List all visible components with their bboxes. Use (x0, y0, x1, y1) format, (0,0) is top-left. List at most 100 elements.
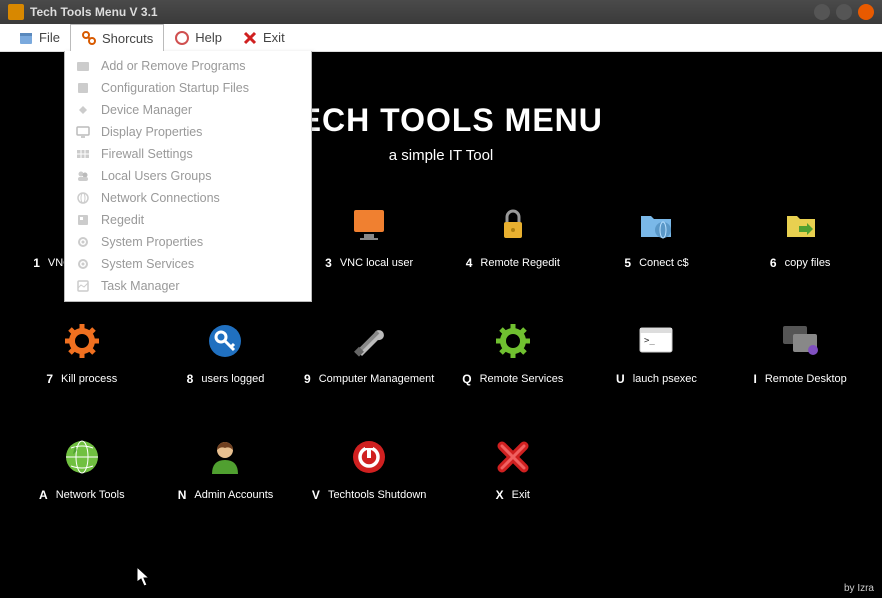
window-title: Tech Tools Menu V 3.1 (30, 5, 158, 19)
user-icon (204, 436, 246, 478)
dropdown-item-config-startup[interactable]: Configuration Startup Files (65, 77, 311, 99)
tile-label: lauch psexec (633, 373, 697, 385)
tile-label: Remote Desktop (765, 373, 847, 385)
dropdown-label: Add or Remove Programs (101, 59, 246, 73)
tile-key: V (312, 488, 320, 502)
tile-label: Remote Services (480, 373, 564, 385)
tile-network-tools[interactable]: ANetwork Tools (10, 436, 154, 502)
dropdown-item-local-users[interactable]: Local Users Groups (65, 165, 311, 187)
dropdown-label: Network Connections (101, 191, 220, 205)
tile-label: Computer Management (319, 373, 435, 385)
tile-remote-desktop[interactable]: I Remote Desktop (728, 320, 872, 386)
gear-green-icon (492, 320, 534, 362)
programs-icon (75, 58, 91, 74)
dropdown-label: Device Manager (101, 103, 192, 117)
app-icon (8, 4, 24, 20)
tile-key: 5 (624, 256, 631, 270)
dropdown-item-add-remove[interactable]: Add or Remove Programs (65, 55, 311, 77)
tile-key: 6 (770, 256, 777, 270)
menu-shortcuts[interactable]: Shorcuts (70, 24, 164, 51)
tile-key: 7 (46, 372, 53, 386)
gear-orange-icon (61, 320, 103, 362)
tools-icon (348, 320, 390, 362)
menu-shortcuts-label: Shorcuts (102, 31, 153, 46)
lock-icon (492, 204, 534, 246)
tile-key: 1 (33, 256, 40, 270)
tile-label: Conect c$ (639, 257, 689, 269)
dropdown-label: System Services (101, 257, 194, 271)
exit-x-icon (242, 30, 258, 46)
tile-label: Exit (512, 489, 530, 501)
dropdown-label: Configuration Startup Files (101, 81, 249, 95)
gear-icon (75, 234, 91, 250)
maximize-button[interactable] (836, 4, 852, 20)
tile-remote-services[interactable]: Q Remote Services (441, 320, 585, 386)
menu-help-label: Help (195, 30, 222, 45)
menu-exit-label: Exit (263, 30, 285, 45)
tile-key: Q (462, 372, 471, 386)
dropdown-item-regedit[interactable]: Regedit (65, 209, 311, 231)
tile-label: copy files (785, 257, 831, 269)
svg-text:>_: >_ (644, 336, 655, 346)
firewall-icon (75, 146, 91, 162)
dropdown-label: System Properties (101, 235, 203, 249)
regedit-icon (75, 212, 91, 228)
terminal-icon: >_ (635, 320, 677, 362)
tile-vnc-local[interactable]: 3 VNC local user (297, 204, 441, 270)
tile-key: U (616, 372, 625, 386)
tile-key: 3 (325, 256, 332, 270)
tile-key: A (39, 488, 48, 502)
network-icon (75, 190, 91, 206)
menu-help[interactable]: Help (164, 24, 232, 51)
tile-key: 9 (304, 372, 311, 386)
tile-label: Techtools Shutdown (328, 489, 426, 501)
device-icon (75, 102, 91, 118)
users-icon (75, 168, 91, 184)
titlebar: Tech Tools Menu V 3.1 (0, 0, 882, 24)
tile-label: Admin Accounts (194, 489, 273, 501)
dropdown-item-display[interactable]: Display Properties (65, 121, 311, 143)
dropdown-item-network[interactable]: Network Connections (65, 187, 311, 209)
tile-psexec[interactable]: >_ Ulauch psexec (585, 320, 729, 386)
key-blue-icon (204, 320, 246, 362)
tile-connect-c[interactable]: 5 Conect c$ (585, 204, 729, 270)
tile-computer-mgmt[interactable]: 9 Computer Management (297, 320, 441, 386)
config-icon (75, 80, 91, 96)
link-icon (81, 30, 97, 46)
tile-label: Kill process (61, 373, 117, 385)
mouse-cursor (136, 566, 152, 588)
tile-shutdown[interactable]: V Techtools Shutdown (297, 436, 441, 502)
dropdown-label: Display Properties (101, 125, 202, 139)
tile-admin-accounts[interactable]: NAdmin Accounts (154, 436, 298, 502)
tile-label: VNC local user (340, 257, 413, 269)
dropdown-item-system-props[interactable]: System Properties (65, 231, 311, 253)
menubar: File Shorcuts Help Exit (0, 24, 882, 52)
dropdown-item-firewall[interactable]: Firewall Settings (65, 143, 311, 165)
minimize-button[interactable] (814, 4, 830, 20)
menu-file-label: File (39, 30, 60, 45)
services-icon (75, 256, 91, 272)
globe-green-icon (61, 436, 103, 478)
tile-label: users logged (201, 373, 264, 385)
tile-key: X (496, 488, 504, 502)
dropdown-item-services[interactable]: System Services (65, 253, 311, 275)
dropdown-label: Regedit (101, 213, 144, 227)
tile-exit[interactable]: X Exit (441, 436, 585, 502)
display-icon (75, 124, 91, 140)
menu-file[interactable]: File (8, 24, 70, 51)
tile-kill-process[interactable]: 7 Kill process (10, 320, 154, 386)
footer-credit: by Izra (844, 583, 874, 594)
tile-users-logged[interactable]: 8users logged (154, 320, 298, 386)
monitor-orange-icon (348, 204, 390, 246)
menu-exit[interactable]: Exit (232, 24, 295, 51)
tile-remote-regedit[interactable]: 4Remote Regedit (441, 204, 585, 270)
tile-copy-files[interactable]: 6 copy files (728, 204, 872, 270)
tile-key: I (754, 372, 757, 386)
close-button[interactable] (858, 4, 874, 20)
dropdown-label: Firewall Settings (101, 147, 193, 161)
dropdown-label: Task Manager (101, 279, 180, 293)
dropdown-item-device-manager[interactable]: Device Manager (65, 99, 311, 121)
tile-key: 4 (466, 256, 473, 270)
dropdown-item-task-manager[interactable]: Task Manager (65, 275, 311, 297)
help-icon (174, 30, 190, 46)
